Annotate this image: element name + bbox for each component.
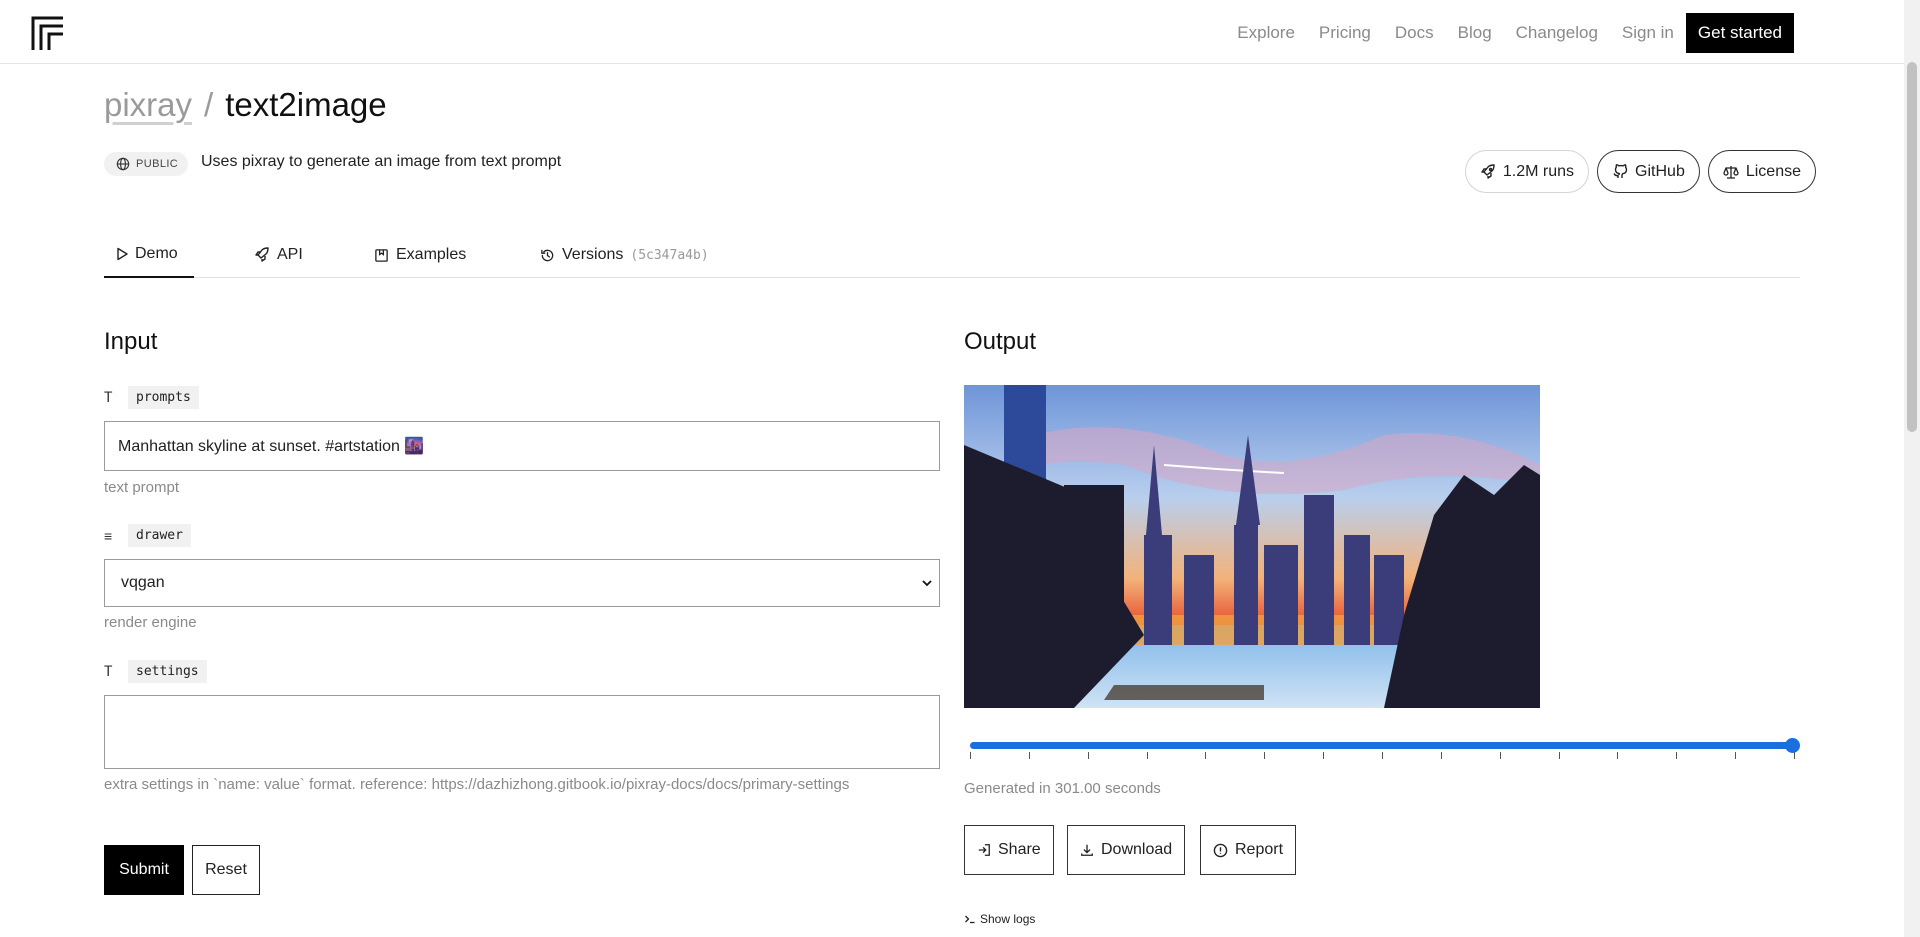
scrollbar-thumb[interactable]	[1907, 62, 1917, 432]
nav-link-pricing[interactable]: Pricing	[1319, 23, 1371, 43]
visibility-label: PUBLIC	[136, 158, 179, 170]
slider-tick	[1440, 752, 1442, 759]
github-button[interactable]: GitHub	[1597, 150, 1700, 193]
drawer-value: vqgan	[121, 574, 165, 591]
submit-button[interactable]: Submit	[104, 845, 184, 895]
generation-time: Generated in 301.00 seconds	[964, 780, 1161, 797]
version-hash: (5c347a4b)	[630, 247, 709, 263]
settings-name: settings	[128, 660, 207, 683]
prompts-input[interactable]: Manhattan skyline at sunset. #artstation…	[104, 421, 940, 471]
drawer-name: drawer	[128, 524, 191, 547]
slider-track	[970, 742, 1794, 749]
page-scrollbar[interactable]	[1904, 0, 1920, 937]
model-tabs: Demo API Examples Versions (5c347a4b)	[104, 232, 1800, 278]
get-started-button[interactable]: Get started	[1685, 13, 1794, 53]
download-label: Download	[1101, 841, 1173, 858]
prompts-name: prompts	[128, 386, 199, 409]
globe-icon	[116, 157, 130, 171]
nav-link-blog[interactable]: Blog	[1458, 23, 1492, 43]
download-button[interactable]: Download	[1067, 825, 1186, 875]
tab-demo-label: Demo	[135, 245, 178, 262]
show-logs-label: Show logs	[980, 912, 1036, 926]
slider-tick	[1087, 752, 1089, 759]
slider-tick	[1146, 752, 1148, 759]
prompts-field-label: T prompts	[104, 386, 199, 409]
runs-count: 1.2M runs	[1502, 162, 1575, 180]
slider-tick	[1382, 752, 1383, 759]
license-button[interactable]: License	[1707, 150, 1816, 193]
scale-icon	[1723, 164, 1739, 180]
report-button[interactable]: Report	[1200, 825, 1297, 875]
output-progress-slider[interactable]	[964, 735, 1800, 765]
output-heading: Output	[964, 328, 1037, 355]
github-icon	[1612, 163, 1628, 180]
prompts-help: text prompt	[104, 479, 180, 496]
input-heading: Input	[104, 328, 158, 355]
rocket-icon	[254, 247, 270, 263]
show-logs-toggle[interactable]: Show logs	[964, 912, 1035, 926]
chevron-down-icon	[921, 577, 933, 589]
nav-link-docs[interactable]: Docs	[1395, 23, 1434, 43]
output-image[interactable]	[964, 385, 1540, 708]
reset-button[interactable]: Reset	[192, 845, 260, 895]
tab-examples[interactable]: Examples	[374, 232, 466, 278]
slider-tick	[1558, 752, 1560, 759]
text-type-icon: T	[104, 663, 113, 680]
settings-help: extra settings in `name: value` format. …	[104, 776, 850, 793]
slider-tick	[1323, 752, 1325, 759]
share-icon	[977, 843, 991, 857]
slider-tick	[1499, 752, 1501, 759]
nav-link-sign-in[interactable]: Sign in	[1622, 23, 1674, 43]
slider-tick	[1676, 752, 1678, 759]
prompts-value: Manhattan skyline at sunset. #artstation…	[118, 438, 425, 455]
slider-tick	[1205, 752, 1207, 759]
history-icon	[540, 248, 555, 263]
nav-link-explore[interactable]: Explore	[1237, 23, 1295, 43]
tab-versions-label: Versions	[562, 246, 624, 263]
slider-tick	[1264, 752, 1266, 759]
share-label: Share	[998, 841, 1041, 858]
visibility-badge: PUBLIC	[104, 152, 189, 176]
download-icon	[1080, 843, 1094, 857]
play-icon	[116, 247, 128, 261]
slider-knob[interactable]	[1785, 738, 1800, 753]
drawer-field-label: ≡ drawer	[104, 524, 191, 547]
tab-examples-label: Examples	[396, 246, 467, 263]
model-name: text2image	[225, 86, 387, 123]
github-label: GitHub	[1635, 162, 1685, 180]
terminal-icon	[964, 913, 976, 925]
title-separator: /	[204, 86, 214, 123]
slider-tick	[1028, 752, 1030, 759]
model-title: pixray / text2image	[104, 86, 387, 124]
model-meta-pills: 1.2M runs GitHub License	[1464, 150, 1816, 193]
list-type-icon: ≡	[104, 527, 113, 544]
rocket-icon	[1480, 163, 1496, 180]
slider-tick	[1617, 752, 1619, 759]
replicate-logo-icon[interactable]	[31, 16, 65, 50]
nav-link-changelog[interactable]: Changelog	[1516, 23, 1598, 43]
text-type-icon: T	[104, 389, 113, 406]
share-button[interactable]: Share	[964, 825, 1054, 875]
alert-circle-icon	[1213, 843, 1228, 858]
slider-tick	[970, 752, 971, 759]
bookmark-icon	[374, 248, 389, 263]
settings-field-label: T settings	[104, 660, 207, 683]
tab-demo[interactable]: Demo	[104, 232, 194, 278]
runs-count-pill: 1.2M runs	[1464, 150, 1590, 193]
slider-tick	[1794, 752, 1795, 759]
tab-api[interactable]: API	[254, 232, 303, 278]
model-owner-link[interactable]: pixray	[104, 86, 192, 124]
report-label: Report	[1235, 841, 1284, 858]
tab-api-label: API	[277, 246, 303, 263]
nav-links: Explore Pricing Docs Blog Changelog Sign…	[1213, 13, 1794, 53]
license-label: License	[1745, 162, 1801, 180]
slider-tick	[1735, 752, 1737, 759]
drawer-select[interactable]: vqgan	[104, 559, 940, 607]
drawer-help: render engine	[104, 614, 197, 631]
settings-textarea[interactable]	[104, 695, 940, 769]
model-description: Uses pixray to generate an image from te…	[201, 153, 562, 170]
tab-versions[interactable]: Versions (5c347a4b)	[540, 232, 709, 278]
top-navbar: Explore Pricing Docs Blog Changelog Sign…	[0, 0, 1904, 64]
